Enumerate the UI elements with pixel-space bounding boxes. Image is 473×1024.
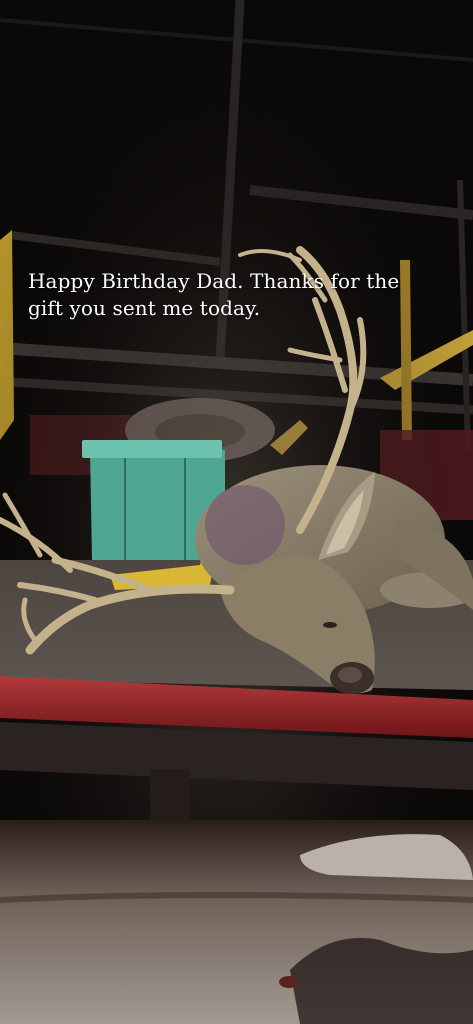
story-caption: Happy Birthday Dad. Thanks for the gift …	[28, 268, 448, 322]
caption-line-1: Happy Birthday Dad. Thanks for the	[28, 269, 400, 293]
story-photo: Happy Birthday Dad. Thanks for the gift …	[0, 0, 473, 1024]
hunting-photo-scene	[0, 0, 473, 1024]
caption-line-2: gift you sent me today.	[28, 296, 261, 320]
